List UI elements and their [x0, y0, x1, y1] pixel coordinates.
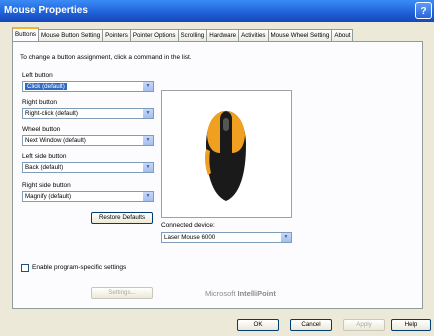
window-title: Mouse Properties [4, 5, 88, 16]
mouse-image [204, 111, 246, 201]
settings-button[interactable]: Settings... [91, 287, 153, 299]
program-specific-label: Enable program-specific settings [32, 264, 127, 271]
program-specific-checkbox[interactable] [21, 264, 29, 272]
chevron-down-icon[interactable]: ▼ [142, 109, 153, 118]
tab-strip: Buttons Mouse Button Setting Pointers Po… [12, 27, 428, 41]
restore-defaults-button[interactable]: Restore Defaults [91, 212, 153, 224]
left-button-select[interactable]: Click (default) ▼ [22, 81, 154, 92]
mouse-preview [161, 90, 292, 218]
brand-product: IntelliPoint [237, 289, 276, 298]
tab-pointers[interactable]: Pointers [102, 29, 131, 41]
tab-pointer-options[interactable]: Pointer Options [129, 29, 179, 41]
left-button-value: Click (default) [25, 83, 67, 90]
tab-hardware[interactable]: Hardware [206, 29, 240, 41]
tab-mouse-wheel-setting[interactable]: Mouse Wheel Setting [267, 29, 333, 41]
tab-scrolling[interactable]: Scrolling [177, 29, 208, 41]
chevron-down-icon[interactable]: ▼ [142, 192, 153, 201]
buttons-panel: To change a button assignment, click a c… [12, 41, 423, 309]
tab-buttons[interactable]: Buttons [12, 27, 39, 41]
connected-device-value: Laser Mouse 6000 [164, 234, 216, 241]
cancel-button[interactable]: Cancel [290, 319, 332, 331]
right-button-value: Right-click (default) [25, 110, 78, 117]
connected-device-select[interactable]: Laser Mouse 6000 ▼ [161, 232, 292, 243]
wheel-button-label: Wheel button [22, 126, 61, 133]
right-side-button-value: Magnify (default) [25, 193, 72, 200]
tab-activities[interactable]: Activities [238, 29, 269, 41]
wheel-button-select[interactable]: Next Window (default) ▼ [22, 135, 154, 146]
help-icon-button[interactable]: ? [415, 2, 432, 19]
title-bar: Mouse Properties ? [0, 0, 434, 22]
right-button-select[interactable]: Right-click (default) ▼ [22, 108, 154, 119]
left-side-button-value: Back (default) [25, 164, 64, 171]
microsoft-intellipoint-logo: Microsoft IntelliPoint [205, 289, 276, 298]
connected-device-label: Connected device: [161, 222, 215, 229]
brand-prefix: Microsoft [205, 289, 236, 298]
wheel-button-value: Next Window (default) [25, 137, 86, 144]
chevron-down-icon[interactable]: ▼ [280, 233, 291, 242]
right-side-button-select[interactable]: Magnify (default) ▼ [22, 191, 154, 202]
chevron-down-icon[interactable]: ▼ [142, 82, 153, 91]
left-side-button-label: Left side button [22, 153, 67, 160]
tab-about[interactable]: About [331, 29, 354, 41]
chevron-down-icon[interactable]: ▼ [142, 136, 153, 145]
left-button-label: Left button [22, 72, 53, 79]
instruction-text: To change a button assignment, click a c… [20, 54, 192, 61]
help-button[interactable]: Help [391, 319, 431, 331]
tab-mouse-button-setting[interactable]: Mouse Button Setting [37, 29, 104, 41]
left-side-button-select[interactable]: Back (default) ▼ [22, 162, 154, 173]
ok-button[interactable]: OK [237, 319, 279, 331]
chevron-down-icon[interactable]: ▼ [142, 163, 153, 172]
apply-button[interactable]: Apply [343, 319, 385, 331]
right-side-button-label: Right side button [22, 182, 71, 189]
mouse-wheel [223, 118, 229, 131]
right-button-label: Right button [22, 99, 58, 106]
